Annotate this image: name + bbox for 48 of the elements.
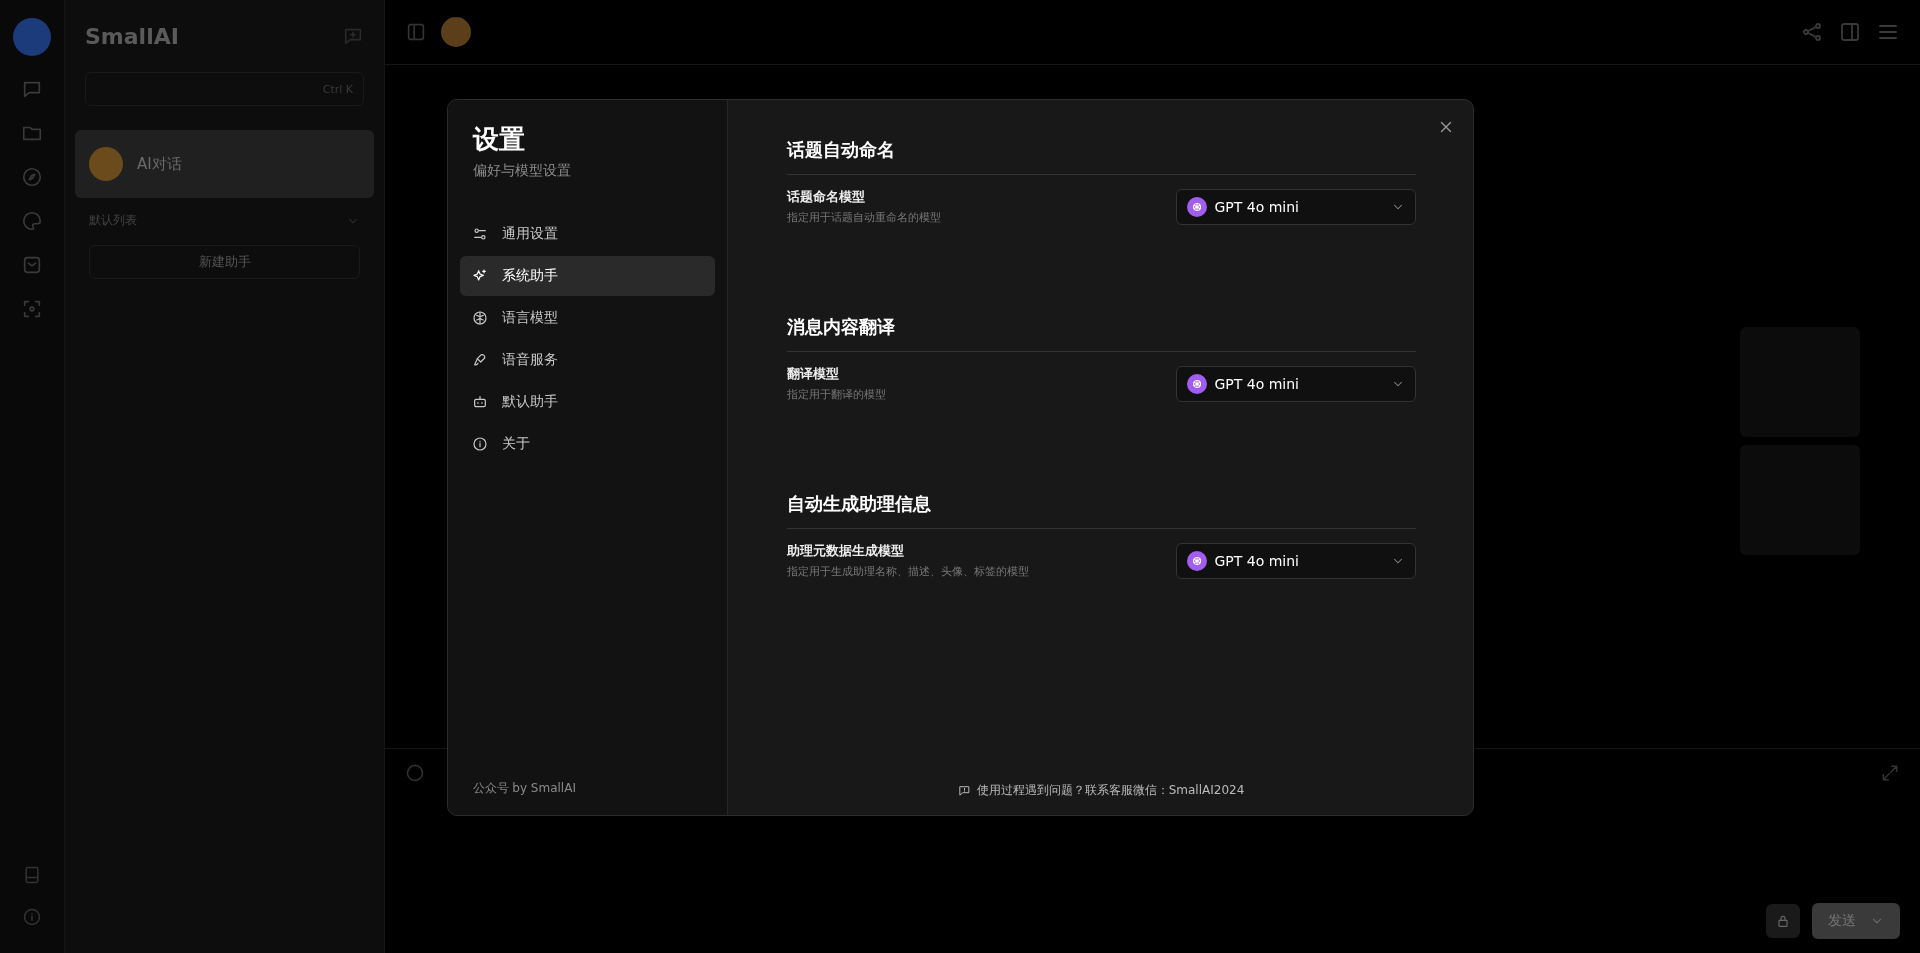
model-icon xyxy=(1186,373,1207,394)
expand-icon xyxy=(1880,763,1900,783)
nav-item[interactable]: 语言模型 xyxy=(459,298,715,338)
sparkles-icon xyxy=(471,268,488,284)
nav-item[interactable]: 关于 xyxy=(459,424,715,464)
model-icon xyxy=(1186,550,1207,571)
message-icon xyxy=(957,784,971,797)
model-icon xyxy=(1186,196,1207,217)
avatar xyxy=(441,17,471,47)
lock-icon xyxy=(1775,913,1791,929)
dialog-subtitle: 偏好与模型设置 xyxy=(472,162,572,180)
palette-icon[interactable] xyxy=(21,210,43,232)
compass-icon[interactable] xyxy=(21,166,43,188)
nav-item[interactable]: 语音服务 xyxy=(459,340,715,380)
app-name: SmallAI xyxy=(85,23,179,49)
microphone-icon xyxy=(471,352,488,368)
app-logo[interactable] xyxy=(13,18,51,56)
setting-label: 助理元数据生成模型 xyxy=(786,542,905,560)
sliders-icon xyxy=(471,226,488,242)
book-icon[interactable] xyxy=(22,865,42,885)
nav-item[interactable]: 系统助手 xyxy=(459,256,715,296)
model-select[interactable]: GPT 4o mini xyxy=(1175,188,1416,225)
info-icon xyxy=(471,436,488,452)
section-heading: 自动生成助理信息 xyxy=(786,490,1416,529)
share-icon[interactable] xyxy=(1800,20,1824,44)
footer-credit: 公众号 by SmallAI xyxy=(472,780,577,797)
sidebar-toggle-icon xyxy=(405,21,427,43)
panel-icon[interactable] xyxy=(1838,20,1862,44)
scan-icon[interactable] xyxy=(21,298,43,320)
model-select[interactable]: GPT 4o mini xyxy=(1175,542,1416,579)
dialog-title: 设置 xyxy=(472,123,526,156)
setting-description: 指定用于生成助理名称、描述、头像、标签的模型 xyxy=(786,564,1029,579)
lock-button[interactable] xyxy=(1766,904,1800,938)
avatar xyxy=(89,147,123,181)
box-icon[interactable] xyxy=(21,254,43,276)
section-heading: 消息内容翻译 xyxy=(786,313,1416,352)
setting-description: 指定用于话题自动重命名的模型 xyxy=(786,210,941,225)
setting-label: 翻译模型 xyxy=(786,365,840,383)
robot-icon xyxy=(471,394,488,410)
section-heading: 话题自动命名 xyxy=(786,136,1416,175)
nav-item[interactable]: 通用设置 xyxy=(459,214,715,254)
setting-label: 话题命名模型 xyxy=(786,188,866,206)
nav-item[interactable]: 默认助手 xyxy=(459,382,715,422)
info-icon[interactable] xyxy=(22,907,42,927)
brain-icon xyxy=(471,310,488,326)
setting-description: 指定用于翻译的模型 xyxy=(786,387,886,402)
model-select[interactable]: GPT 4o mini xyxy=(1175,365,1416,402)
help-text: 使用过程遇到问题？联系客服微信：SmallAI2024 xyxy=(976,782,1245,799)
